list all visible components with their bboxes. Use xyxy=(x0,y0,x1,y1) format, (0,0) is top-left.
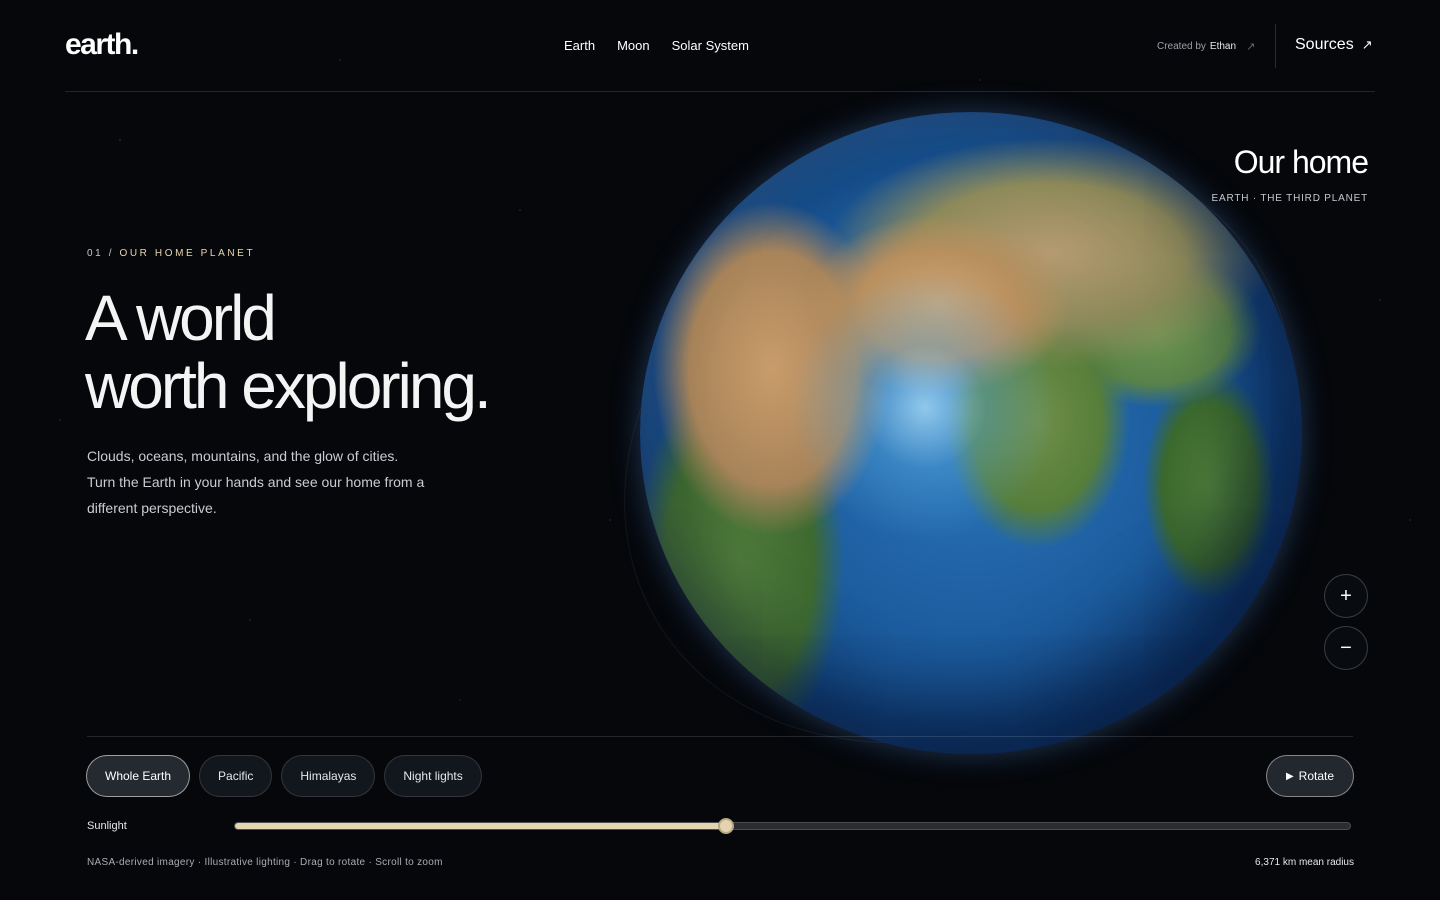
logo[interactable]: earth. xyxy=(65,28,139,62)
earth-globe[interactable] xyxy=(640,112,1302,754)
hero-headline: A world worth exploring. xyxy=(85,282,492,422)
nav-earth[interactable]: Earth xyxy=(564,38,595,53)
hero-description: Clouds, oceans, mountains, and the glow … xyxy=(87,448,425,516)
sunlight-slider-fill xyxy=(235,823,726,829)
zoom-in-button[interactable]: + xyxy=(1324,574,1368,618)
view-presets: Whole Earth Pacific Himalayas Night ligh… xyxy=(86,755,482,797)
play-icon: ▶ xyxy=(1285,770,1294,782)
preset-night-lights[interactable]: Night lights xyxy=(384,755,482,797)
preset-whole-earth[interactable]: Whole Earth xyxy=(86,755,191,797)
preset-himalayas[interactable]: Himalayas xyxy=(281,755,376,797)
sunlight-slider-thumb[interactable] xyxy=(717,818,734,834)
controls-divider xyxy=(87,736,1353,737)
section-label: OUR HOME PLANET xyxy=(119,248,256,259)
sunlight-slider[interactable] xyxy=(234,818,1351,834)
header-divider xyxy=(1275,24,1276,68)
sources-label: Sources xyxy=(1295,36,1354,53)
main-nav: Earth Moon Solar System xyxy=(564,38,749,53)
globe-subtitle: EARTH · THE THIRD PLANET xyxy=(1211,193,1368,204)
credit-name: Ethan xyxy=(1209,41,1237,52)
rotate-label: Rotate xyxy=(1298,769,1335,783)
external-arrow-icon: ↗ xyxy=(1361,37,1373,52)
nav-solar-system[interactable]: Solar System xyxy=(672,38,749,53)
globe-caption: Our home EARTH · THE THIRD PLANET xyxy=(1211,144,1369,204)
section-eyebrow: 01 / OUR HOME PLANET xyxy=(87,248,255,259)
sunlight-label: Sunlight xyxy=(87,820,127,832)
external-arrow-icon: ↗ xyxy=(1246,41,1256,53)
imagery-notes: NASA-derived imagery · Illustrative ligh… xyxy=(87,857,443,868)
zoom-out-button[interactable]: − xyxy=(1324,626,1368,670)
headline-line-1: A world xyxy=(85,282,277,354)
preset-pacific[interactable]: Pacific xyxy=(199,755,273,797)
globe-title: Our home xyxy=(1233,144,1369,180)
credit-link[interactable]: Created by Ethan ↗ xyxy=(1157,40,1255,53)
headline-line-2: worth exploring. xyxy=(85,350,492,422)
section-number: 01 / xyxy=(87,248,115,259)
nav-moon[interactable]: Moon xyxy=(617,38,650,53)
credit-prefix: Created by xyxy=(1157,41,1206,52)
top-header: earth. Earth Moon Solar System Created b… xyxy=(65,0,1375,92)
sources-link[interactable]: Sources ↗ xyxy=(1295,36,1373,54)
radius-stat: 6,371 km mean radius xyxy=(1255,857,1354,868)
rotate-button[interactable]: ▶ Rotate xyxy=(1266,755,1354,797)
